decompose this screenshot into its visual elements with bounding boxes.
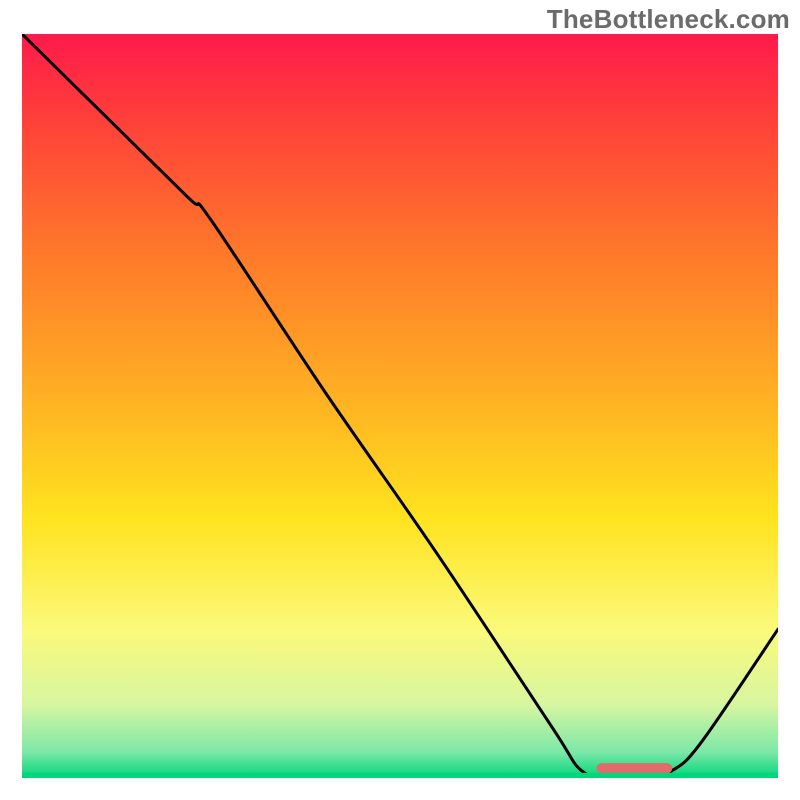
chart-container: TheBottleneck.com (0, 0, 800, 800)
chart-svg (22, 34, 778, 778)
plot-area (22, 34, 778, 778)
baseline-strip (22, 773, 778, 778)
watermark-text: TheBottleneck.com (547, 4, 790, 35)
optimal-range-marker (597, 763, 673, 773)
